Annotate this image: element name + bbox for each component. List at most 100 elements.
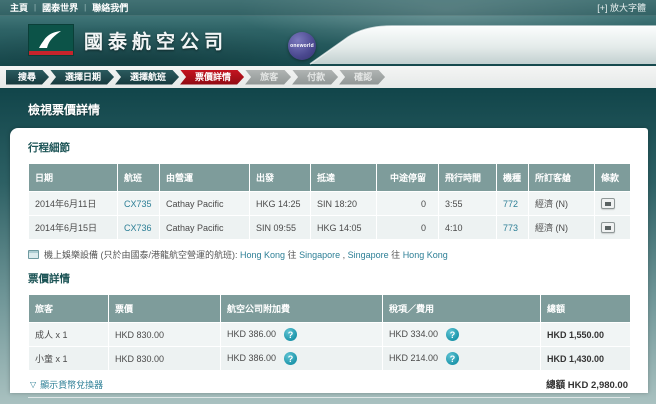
route-link[interactable]: Singapore: [348, 250, 389, 260]
cathay-brushwing-logo-icon: [28, 24, 74, 56]
step-tab-select-dates[interactable]: 選擇日期: [50, 70, 114, 85]
fare-terms-icon[interactable]: [601, 198, 615, 209]
col-arrive: 抵達: [311, 164, 377, 192]
flight-number-link[interactable]: CX735: [124, 199, 152, 209]
row-total: HKD 1,430.00: [541, 347, 631, 371]
operating-carrier: Cathay Pacific: [160, 216, 250, 240]
site-header: 主頁 | 國泰世界 | 聯絡我們 [+] 放大字體: [0, 0, 656, 66]
link-separator: |: [84, 3, 86, 12]
flight-duration: 3:55: [439, 192, 497, 216]
aircraft-type-link[interactable]: 773: [503, 223, 518, 233]
col-duration: 飛行時間: [439, 164, 497, 192]
fare-footer: ▽ 顯示貨幣兌換器 總額 HKD 2,980.00: [28, 371, 630, 398]
flight-number-link[interactable]: CX736: [124, 223, 152, 233]
taxes-help-icon[interactable]: ?: [446, 352, 459, 365]
col-depart: 出發: [250, 164, 311, 192]
col-surcharge: 航空公司附加費: [221, 295, 383, 323]
col-operator: 由營運: [160, 164, 250, 192]
contact-us-link[interactable]: 聯絡我們: [92, 1, 128, 14]
departure: HKG 14:25: [250, 192, 311, 216]
header-swoosh-decoration: [296, 24, 656, 66]
col-stops: 中途停留: [377, 164, 439, 192]
link-separator: |: [34, 3, 36, 12]
taxes-amount: HKD 214.00: [389, 353, 438, 363]
entertainment-icon: [28, 250, 39, 259]
itinerary-heading: 行程細節: [28, 140, 630, 155]
base-fare: HKD 830.00: [109, 347, 221, 371]
grand-total-label: 總額: [546, 380, 565, 391]
route-connector: ,: [340, 250, 348, 260]
stops: 0: [377, 192, 439, 216]
fare-row: 小童 x 1 HKD 830.00 HKD 386.00? HKD 214.00…: [29, 347, 631, 371]
step-tab-search[interactable]: 搜尋: [6, 70, 49, 85]
arrival: HKG 14:05: [311, 216, 377, 240]
col-cabin: 所訂客艙: [529, 164, 595, 192]
fare-header-row: 旅客 票價 航空公司附加費 稅項／費用 總額: [29, 295, 631, 323]
fare-heading: 票價詳情: [28, 271, 630, 286]
route-connector: 往: [285, 250, 299, 260]
entertainment-note: 機上娛樂設備 (只於由國泰/港龍航空營運的航班): Hong Kong 往 Si…: [28, 248, 630, 261]
entertainment-note-text: 機上娛樂設備 (只於由國泰/港龍航空營運的航班):: [44, 250, 240, 260]
step-tab-fare-details: 票價詳情: [180, 70, 244, 85]
itinerary-row: 2014年6月11日 CX735 Cathay Pacific HKG 14:2…: [29, 192, 631, 216]
step-tab-confirmation: 確認: [339, 70, 385, 85]
col-fare: 票價: [109, 295, 221, 323]
route-link[interactable]: Singapore: [299, 250, 340, 260]
page-root: 主頁 | 國泰世界 | 聯絡我們 [+] 放大字體: [0, 0, 656, 404]
route-link[interactable]: Hong Kong: [403, 250, 448, 260]
passenger-type: 小童 x 1: [29, 347, 109, 371]
itinerary-table: 日期 航班 由營運 出發 抵達 中途停留 飛行時間 機種 所訂客艙 條款 201: [28, 163, 631, 240]
currency-converter-toggle[interactable]: ▽ 顯示貨幣兌換器: [30, 378, 103, 391]
col-passenger: 旅客: [29, 295, 109, 323]
arrival: SIN 18:20: [311, 192, 377, 216]
taxes-amount: HKD 334.00: [389, 329, 438, 339]
base-fare: HKD 830.00: [109, 323, 221, 347]
surcharge-help-icon[interactable]: ?: [284, 328, 297, 341]
operating-carrier: Cathay Pacific: [160, 192, 250, 216]
page-body: 檢視票價詳情 行程細節 日期 航班 由營運 出發 抵達 中途: [0, 88, 656, 404]
step-tab-payment: 付款: [292, 70, 338, 85]
brand-lockup[interactable]: 國泰航空公司: [28, 24, 228, 56]
content-card: 行程細節 日期 航班 由營運 出發 抵達 中途停留 飛行時間: [10, 128, 648, 393]
col-aircraft: 機種: [497, 164, 529, 192]
passenger-type: 成人 x 1: [29, 323, 109, 347]
route-connector: 往: [389, 250, 403, 260]
departure: SIN 09:55: [250, 216, 311, 240]
cabin-class: 經濟 (N): [529, 192, 595, 216]
flight-duration: 4:10: [439, 216, 497, 240]
itinerary-row: 2014年6月15日 CX736 Cathay Pacific SIN 09:5…: [29, 216, 631, 240]
grand-total-value: HKD 2,980.00: [568, 380, 628, 391]
itinerary-header-row: 日期 航班 由營運 出發 抵達 中途停留 飛行時間 機種 所訂客艙 條款: [29, 164, 631, 192]
cathay-world-link[interactable]: 國泰世界: [42, 1, 78, 14]
chevron-down-icon: ▽: [30, 380, 36, 389]
aircraft-type-link[interactable]: 772: [503, 199, 518, 209]
stops: 0: [377, 216, 439, 240]
step-tab-passengers: 旅客: [245, 70, 291, 85]
col-flight: 航班: [118, 164, 160, 192]
enlarge-font-button[interactable]: [+] 放大字體: [597, 1, 646, 14]
taxes-help-icon[interactable]: ?: [446, 328, 459, 341]
utility-links: 主頁 | 國泰世界 | 聯絡我們: [10, 1, 128, 14]
cabin-class: 經濟 (N): [529, 216, 595, 240]
col-terms: 條款: [595, 164, 631, 192]
col-total: 總額: [541, 295, 631, 323]
grand-total: 總額 HKD 2,980.00: [546, 377, 628, 391]
flight-date: 2014年6月15日: [29, 216, 118, 240]
home-link[interactable]: 主頁: [10, 1, 28, 14]
fare-row: 成人 x 1 HKD 830.00 HKD 386.00? HKD 334.00…: [29, 323, 631, 347]
oneworld-icon[interactable]: oneworld: [288, 32, 316, 60]
surcharge-help-icon[interactable]: ?: [284, 352, 297, 365]
utility-bar: 主頁 | 國泰世界 | 聯絡我們 [+] 放大字體: [0, 0, 656, 16]
surcharge-amount: HKD 386.00: [227, 353, 276, 363]
flight-date: 2014年6月11日: [29, 192, 118, 216]
col-date: 日期: [29, 164, 118, 192]
fare-terms-icon[interactable]: [601, 222, 615, 233]
row-total: HKD 1,550.00: [541, 323, 631, 347]
col-taxes: 稅項／費用: [383, 295, 541, 323]
fare-table: 旅客 票價 航空公司附加費 稅項／費用 總額 成人 x 1 HKD 830.00…: [28, 294, 631, 371]
booking-steps-nav: 搜尋 選擇日期 選擇航班 票價詳情 旅客 付款 確認: [0, 66, 656, 88]
airline-name: 國泰航空公司: [84, 27, 228, 54]
page-title: 檢視票價詳情: [0, 88, 656, 128]
route-link[interactable]: Hong Kong: [240, 250, 285, 260]
step-tab-select-flights[interactable]: 選擇航班: [115, 70, 179, 85]
